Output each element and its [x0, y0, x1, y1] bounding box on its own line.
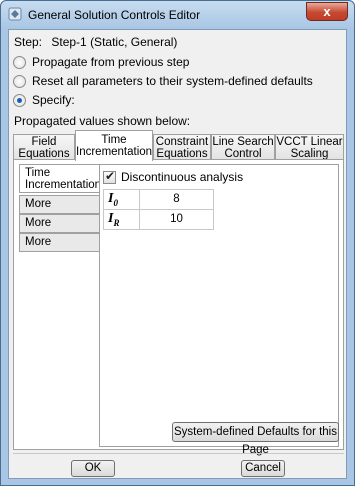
subtab-list: Time Incrementation More More More: [19, 164, 102, 252]
tab-field-equations[interactable]: Field Equations: [13, 134, 75, 160]
system-defaults-button[interactable]: System-defined Defaults for this Page: [172, 422, 339, 456]
close-button[interactable]: x: [306, 2, 348, 21]
step-value: Step-1 (Static, General): [51, 35, 178, 49]
app-icon: [8, 7, 22, 21]
subtab-label-line2: Incrementation: [25, 179, 102, 191]
tab-label-line1: Constraint: [155, 136, 209, 148]
step-row: Step: Step-1 (Static, General): [14, 35, 183, 49]
tab-label-line1: Field: [31, 136, 57, 148]
tab-panel: Time Incrementation More More More ✔ Dis…: [13, 159, 344, 456]
dialog-client: Step: Step-1 (Static, General) Propagate…: [8, 29, 347, 479]
tab-label-line1: Line Search: [212, 136, 274, 148]
option-propagate[interactable]: Propagate from previous step: [13, 55, 189, 69]
cancel-button[interactable]: Cancel: [241, 460, 285, 477]
radio-specify[interactable]: [13, 93, 26, 107]
subtab-more-2[interactable]: More: [19, 214, 100, 233]
option-propagate-label: Propagate from previous step: [32, 55, 190, 69]
separator: [13, 453, 344, 454]
param-ir-label: IR: [103, 208, 140, 230]
discontinuous-analysis-option[interactable]: ✔ Discontinuous analysis: [103, 168, 244, 184]
option-specify-label: Specify:: [32, 93, 75, 107]
tab-label-line1: VCCT Linear: [276, 136, 343, 148]
tab-vcct-linear-scaling[interactable]: VCCT Linear Scaling: [275, 134, 344, 160]
param-i0-label: I0: [103, 189, 140, 210]
option-reset[interactable]: Reset all parameters to their system-def…: [13, 74, 313, 88]
tab-label-line1: Time: [101, 134, 127, 146]
radio-propagate[interactable]: [13, 55, 26, 69]
subtab-content: ✔ Discontinuous analysis I0 8 IR 10 Syst…: [99, 164, 339, 456]
table-row: I0 8: [103, 189, 214, 210]
subtab-label-line1: Time: [25, 167, 51, 179]
param-subscript: R: [113, 217, 120, 228]
ok-button[interactable]: OK: [71, 460, 115, 477]
discontinuous-analysis-label: Discontinuous analysis: [121, 170, 244, 184]
tab-label-line2: Incrementation: [76, 146, 153, 158]
param-subscript: 0: [113, 197, 118, 208]
subtab-more-1[interactable]: More: [19, 195, 100, 214]
param-i0-value[interactable]: 8: [139, 189, 214, 210]
param-ir-value[interactable]: 10: [139, 208, 214, 230]
window-title: General Solution Controls Editor: [28, 8, 201, 22]
subtab-time-incrementation[interactable]: Time Incrementation: [19, 164, 102, 193]
radio-reset[interactable]: [13, 74, 26, 88]
step-label: Step:: [14, 35, 43, 49]
tab-time-incrementation[interactable]: Time Incrementation: [75, 130, 153, 161]
option-specify[interactable]: Specify:: [13, 93, 75, 107]
param-table: I0 8 IR 10: [103, 189, 214, 230]
table-row: IR 10: [103, 208, 214, 230]
subtab-more-3[interactable]: More: [19, 233, 100, 252]
title-bar[interactable]: General Solution Controls Editor x: [1, 1, 354, 29]
tab-bar: Field Equations Time Incrementation Cons…: [13, 130, 344, 161]
checkmark-icon: ✔: [105, 168, 116, 183]
tab-constraint-equations[interactable]: Constraint Equations: [153, 134, 211, 160]
discontinuous-analysis-checkbox[interactable]: ✔: [103, 168, 116, 184]
propagated-values-label: Propagated values shown below:: [14, 114, 191, 128]
option-reset-label: Reset all parameters to their system-def…: [32, 74, 313, 88]
tab-line-search-control[interactable]: Line Search Control: [211, 134, 275, 160]
dialog-window: General Solution Controls Editor x Step:…: [0, 0, 355, 486]
